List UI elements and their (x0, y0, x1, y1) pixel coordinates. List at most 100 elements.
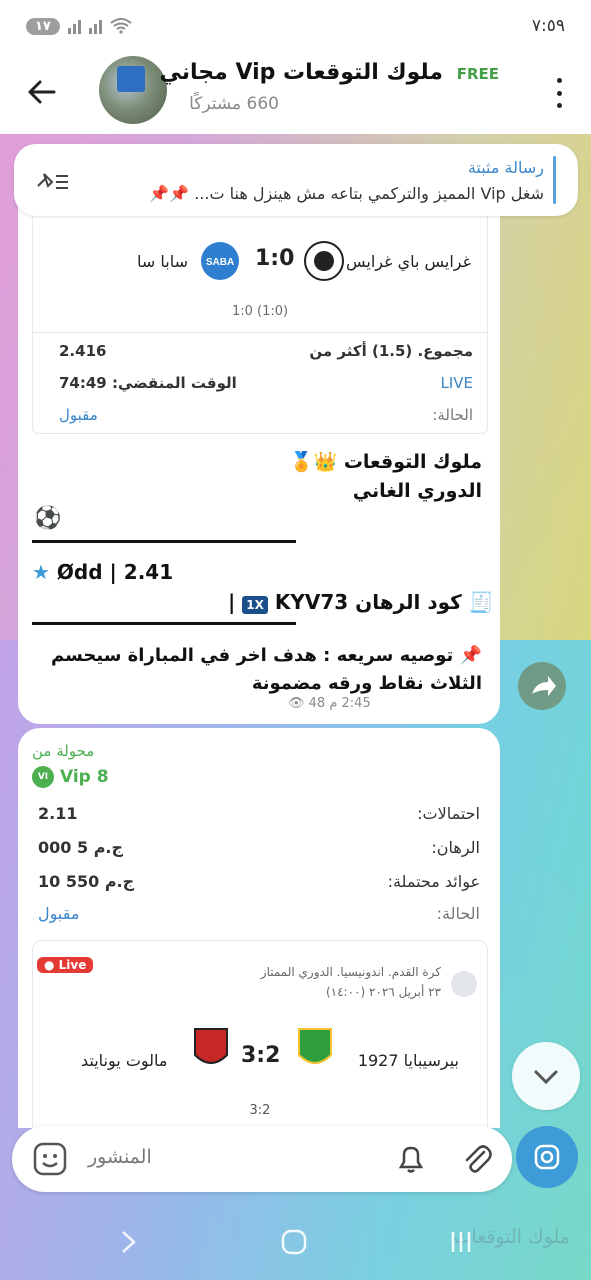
home-team-logo-icon (304, 241, 344, 281)
views-count: 48 (308, 696, 326, 711)
odds-value: 2.11 (38, 804, 78, 823)
malut-logo-icon (194, 1028, 228, 1064)
match-teams-row: غرايس باي غرايس 1:0 SABA سابا سا (33, 236, 487, 286)
live-label: LIVE (440, 374, 473, 392)
pinned-text-value: شغل Vip المميز والتركمي بتاعه مش هينزل ه… (194, 184, 544, 203)
pinned-indicator (553, 156, 556, 204)
1xbet-icon: 1X (242, 596, 268, 614)
persebaya-logo-icon (298, 1028, 332, 1064)
away-team-name-2: مالوت يونايتد (81, 1051, 168, 1070)
code-line: 🧾 كود الرهان 1X KYV73 | (228, 590, 494, 614)
returns-value: ج.م 550 10 (38, 872, 135, 891)
match-sub-score: 3:2 (249, 1103, 271, 1118)
live-badge: ● Live (37, 957, 94, 973)
tip-text-value: توصيه سريعه : هدف اخر في المباراة سيحسم … (50, 645, 482, 694)
chevron-down-icon (534, 1070, 558, 1085)
vip-source-icon: VI (32, 766, 54, 788)
forwarded-source-name: Vip 8 (60, 767, 109, 787)
wifi-icon (110, 18, 132, 34)
sticker-icon[interactable] (32, 1141, 68, 1177)
line1-text: ملوك التوقعات (343, 451, 482, 473)
message-bubble-2[interactable]: محولة من VI Vip 8 احتمالات: 2.11 الرهان:… (18, 728, 500, 1140)
odds-label: احتمالات: (417, 804, 480, 823)
pin-emoji-icon: 📌📌 (149, 184, 190, 203)
odds-line: ★ Ødd | 2.41 (32, 560, 173, 584)
half-score: 1:0 (1:0) (231, 304, 289, 319)
message-line-1: ملوك التوقعات 👑🏅 (290, 450, 482, 473)
pin-emoji-icon-2: 📌 (459, 645, 482, 666)
free-badge: FREE (456, 65, 499, 83)
nav-home-icon[interactable] (280, 1228, 308, 1256)
away-team-name: سابا سا (137, 252, 188, 271)
away-team-logo-icon: SABA (201, 242, 239, 280)
odds-text: Ødd | 2.41 (56, 560, 174, 584)
nav-back-icon[interactable] (118, 1228, 140, 1256)
channel-title-text: ملوك التوقعات Vip مجاني (159, 60, 444, 85)
match-score: 1:0 (255, 246, 295, 271)
status-time: ٧:٥٩ (531, 16, 565, 36)
separator-rule-1 (32, 540, 296, 543)
stake-value: ج.م 5 000 (38, 838, 124, 857)
share-arrow-icon (532, 676, 556, 696)
channel-title[interactable]: FREE ملوك التوقعات Vip مجاني (160, 60, 499, 85)
league-name: كرة القدم. اندونيسيا. الدوري الممتاز (260, 965, 441, 979)
match-score-2: 3:2 (241, 1043, 281, 1068)
home-team-name-2: بيرسيبايا 1927 (357, 1051, 459, 1070)
status-label: الحالة: (432, 406, 473, 424)
pinned-title: رسالة مثبتة (467, 158, 544, 177)
match-date: ٢٣ أبريل ٢٠٢٦ (١٤:٠٠) (325, 985, 441, 999)
live-badge-text: Live (58, 958, 87, 972)
returns-label: عوائد محتملة: (387, 872, 480, 891)
pinned-list-icon[interactable] (34, 168, 70, 194)
separator-rule-2 (32, 622, 296, 625)
back-arrow-icon[interactable] (24, 74, 60, 110)
forwarded-from-label: محولة من (32, 742, 95, 760)
live-match-card[interactable]: ● Live كرة القدم. اندونيسيا. الدوري المم… (32, 940, 488, 1140)
pinned-text: شغل Vip المميز والتركمي بتاعه مش هينزل ه… (149, 184, 544, 203)
stake-label: الرهان: (431, 838, 480, 857)
bet-card: غرايس باي غرايس 1:0 SABA سابا سا 1:0 (1:… (32, 196, 488, 434)
message-composer[interactable]: المنشور (12, 1126, 512, 1192)
notification-count: ١٧ (26, 17, 60, 35)
code-label: كود الرهان (355, 590, 462, 614)
status-value-2: مقبول (38, 904, 80, 923)
composer-placeholder[interactable]: المنشور (88, 1146, 152, 1168)
crown-emoji-icon: 👑🏅 (289, 451, 338, 473)
message-meta: 2:45 م 48 👁 (288, 696, 371, 711)
channel-avatar[interactable] (99, 56, 167, 124)
camera-button[interactable] (516, 1126, 578, 1188)
ghana-ball-icon: ⚽ (34, 506, 62, 531)
elapsed-time: الوقت المنقضي: 74:49 (59, 374, 237, 392)
home-team-name: غرايس باي غرايس (345, 252, 471, 271)
signal-icon (67, 18, 81, 34)
status-bar: ١٧ ٧:٥٩ (0, 0, 591, 52)
message-time: 2:45 م (329, 696, 371, 711)
bet-type-label: مجموع. (1.5) أكثر من (309, 342, 473, 360)
bet-divider (33, 332, 487, 333)
message-line-2: الدوري الغاني (352, 480, 482, 502)
more-menu-icon[interactable] (557, 78, 563, 108)
chat-header: FREE ملوك التوقعات Vip مجاني 660 مشتركًا (0, 52, 591, 134)
bell-icon[interactable] (392, 1140, 430, 1178)
subscriber-count: 660 مشتركًا (189, 94, 279, 114)
bet-type-value: 2.416 (59, 342, 107, 360)
attach-icon[interactable] (458, 1140, 496, 1178)
signal-icon-2 (88, 18, 102, 34)
nav-recents-icon[interactable] (448, 1228, 474, 1256)
svg-text:SABA: SABA (206, 257, 234, 268)
share-button[interactable] (518, 662, 566, 710)
camera-icon (534, 1144, 560, 1170)
system-nav-bar (0, 1212, 591, 1280)
forwarded-source[interactable]: VI Vip 8 (32, 766, 109, 788)
star-icon: ★ (32, 560, 50, 584)
scroll-down-button[interactable] (512, 1042, 580, 1110)
pinned-message-bar[interactable]: رسالة مثبتة شغل Vip المميز والتركمي بتاع… (14, 144, 578, 216)
doc-icon: 🧾 (468, 590, 494, 614)
football-icon (451, 971, 477, 997)
eye-icon: 👁 (288, 696, 305, 711)
status-value: مقبول (59, 406, 98, 424)
status-label-2: الحالة: (436, 904, 480, 923)
message-bubble-1[interactable]: غرايس باي غرايس 1:0 SABA سابا سا 1:0 (1:… (18, 196, 500, 724)
status-left: ١٧ (26, 17, 132, 35)
tip-text: 📌 توصيه سريعه : هدف اخر في المباراة سيحس… (42, 642, 482, 698)
